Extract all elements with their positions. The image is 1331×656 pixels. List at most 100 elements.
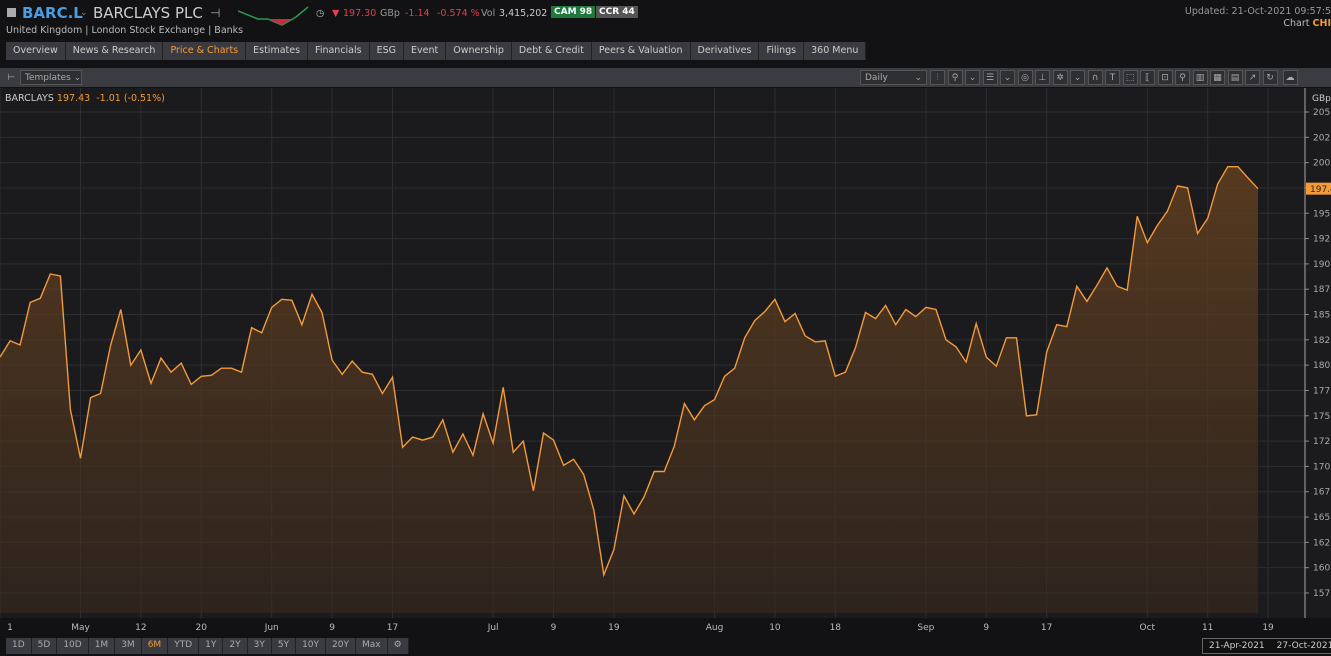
y-tick-label: 182.5 — [1313, 336, 1331, 346]
y-tick-label: 205.0 — [1313, 108, 1331, 118]
templates-dropdown[interactable]: Templates ⌄ — [20, 70, 82, 85]
zoom-icon[interactable]: ⚲ — [1175, 70, 1190, 85]
y-tick-label: 202.5 — [1313, 133, 1331, 143]
templates-label: Templates — [25, 72, 71, 83]
y-tick-label: 162.5 — [1313, 538, 1331, 548]
range-1d[interactable]: 1D — [6, 638, 32, 654]
ric-icon — [7, 8, 16, 17]
chevron-down-icon[interactable]: ⌄ — [1070, 70, 1085, 85]
x-tick-label: 12 — [135, 623, 147, 633]
range-max[interactable]: Max — [355, 638, 388, 654]
panel-toggle-icon[interactable]: ⊢ — [4, 70, 18, 85]
ric-code[interactable]: BARC.L — [22, 4, 83, 22]
list-icon[interactable]: ☰ — [982, 70, 998, 85]
end-date[interactable]: 27-Oct-2021 — [1277, 641, 1331, 651]
interval-dropdown[interactable]: Daily ⌄ — [860, 70, 927, 85]
fit-icon[interactable]: ⟦ — [1140, 70, 1155, 85]
tab-estimates[interactable]: Estimates — [246, 42, 309, 60]
x-tick-label: 19 — [608, 623, 620, 633]
grid-icon[interactable]: ▦ — [1210, 70, 1225, 85]
range-6m[interactable]: 6M — [141, 638, 169, 654]
tab-peers-valuation[interactable]: Peers & Valuation — [591, 42, 691, 60]
more-icon[interactable]: ⌄ — [965, 70, 980, 85]
cam-badge[interactable]: CAM 98 — [551, 6, 596, 18]
legend-change: -1.01 (-0.51%) — [96, 93, 165, 104]
down-arrow-icon: ▼ — [332, 8, 340, 19]
magnet-icon[interactable]: ∩ — [1087, 70, 1103, 85]
tab-ownership[interactable]: Ownership — [446, 42, 512, 60]
range-3m[interactable]: 3M — [115, 638, 142, 654]
indicator-icon[interactable]: ⚲ — [947, 70, 963, 85]
select-icon[interactable]: ⬚ — [1122, 70, 1138, 85]
x-tick-label: Jun — [264, 623, 279, 633]
chart-code[interactable]: CHI — [1313, 18, 1331, 29]
x-tick-label: May — [71, 623, 90, 633]
ccr-badge[interactable]: CCR 44 — [596, 6, 638, 18]
tab-debt-credit[interactable]: Debt & Credit — [511, 42, 592, 60]
tab-financials[interactable]: Financials — [308, 42, 370, 60]
compare-icon[interactable]: ◎ — [1017, 70, 1033, 85]
last-price: 197.30 — [343, 8, 377, 19]
bar-chart-icon[interactable]: ▥ — [1192, 70, 1208, 85]
y-tick-label: 200.0 — [1313, 159, 1331, 169]
range-20y[interactable]: 20Y — [326, 638, 356, 654]
drawing-icon[interactable]: ✲ — [1052, 70, 1068, 85]
tab-360-menu[interactable]: 360 Menu — [804, 42, 867, 60]
tab-event[interactable]: Event — [404, 42, 447, 60]
range-5d[interactable]: 5D — [31, 638, 58, 654]
pct-change: -0.574 % — [437, 8, 480, 19]
range-10y[interactable]: 10Y — [296, 638, 327, 654]
hierarchy-icon[interactable]: ⊣ — [210, 6, 220, 20]
x-tick-label: Oct — [1139, 623, 1156, 633]
range-1y[interactable]: 1Y — [199, 638, 224, 654]
y-tick-label: 185.0 — [1313, 311, 1331, 321]
chart-type-icon[interactable]: ⫶ — [930, 70, 945, 85]
range-10d[interactable]: 10D — [57, 638, 89, 654]
start-date[interactable]: 21-Apr-2021 — [1209, 641, 1265, 651]
volume-label: Vol — [481, 8, 496, 19]
x-tick-label: Jul — [487, 623, 499, 633]
crosshair-icon[interactable]: ⊥ — [1035, 70, 1050, 85]
tab-bar: Overview News & Research Price & Charts Est… — [6, 42, 867, 60]
price-chart[interactable]: 205.0202.5200.0197.5195.0192.5190.0187.5… — [0, 88, 1331, 618]
chart-source: Chart CHI — [1283, 18, 1331, 29]
range-5y[interactable]: 5Y — [271, 638, 297, 654]
x-tick-label: 9 — [550, 623, 557, 633]
tab-filings[interactable]: Filings — [759, 42, 805, 60]
net-change: -1.14 — [405, 8, 430, 19]
chart-label: Chart — [1283, 18, 1310, 29]
tab-news-research[interactable]: News & Research — [65, 42, 164, 60]
x-tick-label: 20 — [195, 623, 207, 633]
cloud-icon[interactable]: ☁ — [1282, 70, 1298, 85]
y-tick-label: 190.0 — [1313, 260, 1331, 270]
refresh-icon[interactable]: ↻ — [1262, 70, 1278, 85]
company-name: BARCLAYS PLC — [93, 4, 203, 22]
tab-derivatives[interactable]: Derivatives — [690, 42, 760, 60]
tab-overview[interactable]: Overview — [6, 42, 66, 60]
x-tick-label: Aug — [705, 623, 724, 633]
chevron-down-icon[interactable]: ⌄ — [1000, 70, 1015, 85]
range-ytd[interactable]: YTD — [168, 638, 200, 654]
x-tick-label: Sep — [917, 623, 935, 633]
date-range[interactable]: 21-Apr-2021 27-Oct-2021 — [1202, 638, 1331, 654]
x-tick-label: 1 — [7, 623, 13, 633]
chevron-down-icon[interactable]: ⌄ — [80, 8, 88, 18]
volume: 3,415,202 — [499, 8, 548, 19]
range-2y[interactable]: 2Y — [223, 638, 248, 654]
chart-toolbar: ⊢ Templates ⌄ Daily ⌄ ⫶ ⚲ ⌄ ☰ ⌄ ◎ ⊥ ✲ ⌄ ∩ T ⬚ ⟦ ⊡ ⚲ ▥ ▦ ▤ ↗… — [0, 68, 1331, 87]
export-icon[interactable]: ↗ — [1245, 70, 1260, 85]
x-tick-label: 9 — [329, 623, 335, 633]
zoom-box-icon[interactable]: ⊡ — [1157, 70, 1173, 85]
y-tick-label: 187.5 — [1313, 285, 1331, 295]
range-1m[interactable]: 1M — [88, 638, 116, 654]
text-icon[interactable]: T — [1105, 70, 1120, 85]
tab-esg[interactable]: ESG — [369, 42, 405, 60]
y-tick-label: 180.0 — [1313, 361, 1331, 371]
chevron-down-icon: ⌄ — [914, 72, 922, 83]
clock-icon: ◷ — [316, 8, 325, 19]
range-3y[interactable]: 3Y — [247, 638, 272, 654]
range-settings-icon[interactable]: ⚙ — [387, 638, 409, 654]
tab-price-charts[interactable]: Price & Charts — [163, 42, 247, 60]
interval-label: Daily — [865, 72, 888, 83]
layout-icon[interactable]: ▤ — [1227, 70, 1243, 85]
